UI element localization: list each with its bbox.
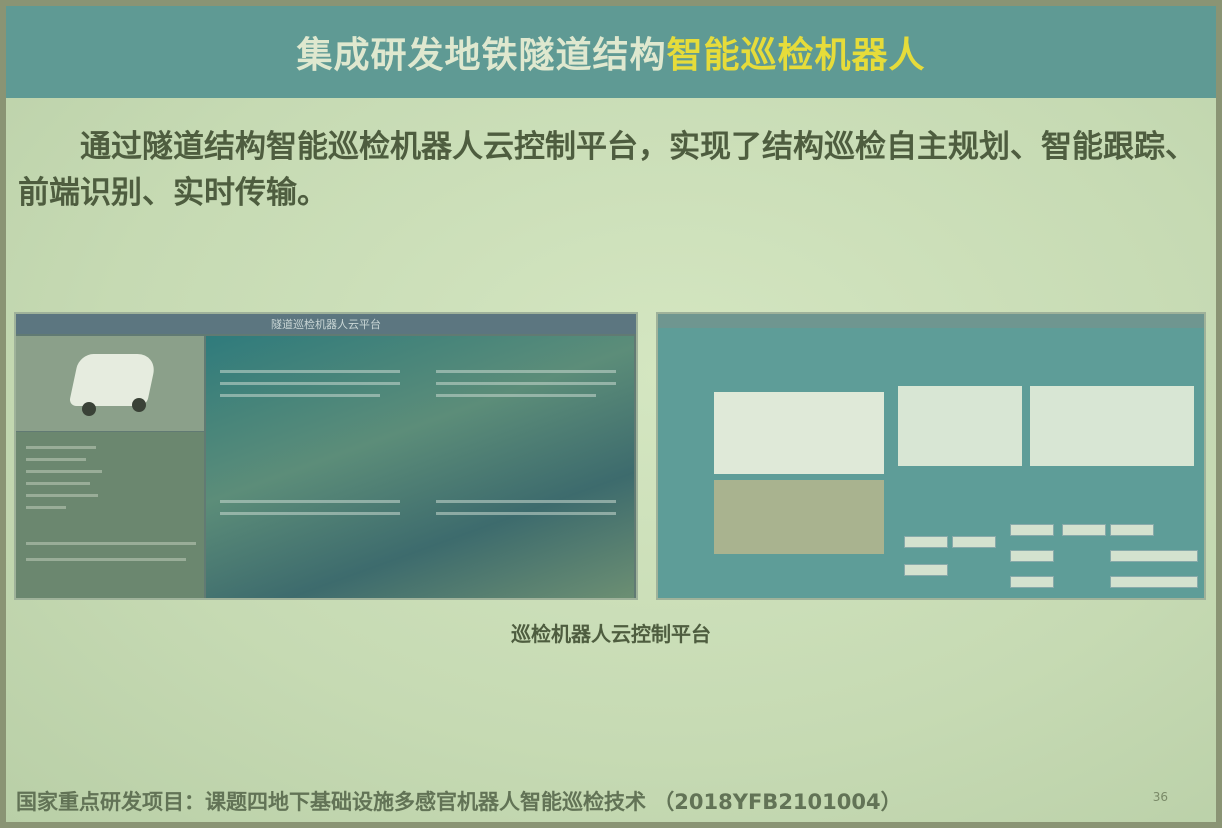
title-main: 集成研发地铁隧道结构: [296, 35, 667, 76]
platform-title-bar: 隧道巡检机器人云平台: [16, 314, 636, 334]
title-bar: 集成研发地铁隧道结构智能巡检机器人: [6, 6, 1216, 98]
robot-image: [16, 336, 204, 431]
robot-info-panel: [16, 432, 204, 598]
presentation-slide: 集成研发地铁隧道结构智能巡检机器人 通过隧道结构智能巡检机器人云控制平台，实现了…: [6, 6, 1216, 822]
control-button: [1010, 550, 1054, 562]
control-button: [1110, 550, 1198, 562]
map-view: [714, 392, 884, 474]
robot-icon: [68, 354, 158, 406]
page-number: 36: [1152, 790, 1168, 804]
control-button: [952, 536, 996, 548]
control-button: [1110, 576, 1198, 588]
control-button: [1010, 524, 1054, 536]
cloud-platform-screenshot: 隧道巡检机器人云平台: [14, 312, 638, 600]
control-button: [1010, 576, 1054, 588]
control-button: [1062, 524, 1106, 536]
robot-wheel-icon: [132, 398, 146, 412]
footer-project-note: 国家重点研发项目：课题四地下基础设施多感官机器人智能巡检技术 （2018YFB2…: [16, 790, 902, 814]
platform-title: 隧道巡检机器人云平台: [271, 318, 381, 331]
status-table-2: [1030, 386, 1194, 466]
camera-view: [714, 480, 884, 554]
title-highlight: 智能巡检机器人: [666, 35, 926, 76]
control-button: [904, 536, 948, 548]
robot-wheel-icon: [82, 402, 96, 416]
control-button: [904, 564, 948, 576]
body-paragraph: 通过隧道结构智能巡检机器人云控制平台，实现了结构巡检自主规划、智能跟踪、前端识别…: [18, 129, 1196, 211]
figure-caption: 巡检机器人云控制平台: [511, 622, 711, 646]
control-panel-screenshot: [656, 312, 1206, 600]
slide-title: 集成研发地铁隧道结构智能巡检机器人: [296, 26, 925, 78]
sensor-data-grid: [206, 336, 634, 598]
control-panel-titlebar: [658, 314, 1204, 328]
control-button: [1110, 524, 1154, 536]
status-table-1: [898, 386, 1022, 466]
